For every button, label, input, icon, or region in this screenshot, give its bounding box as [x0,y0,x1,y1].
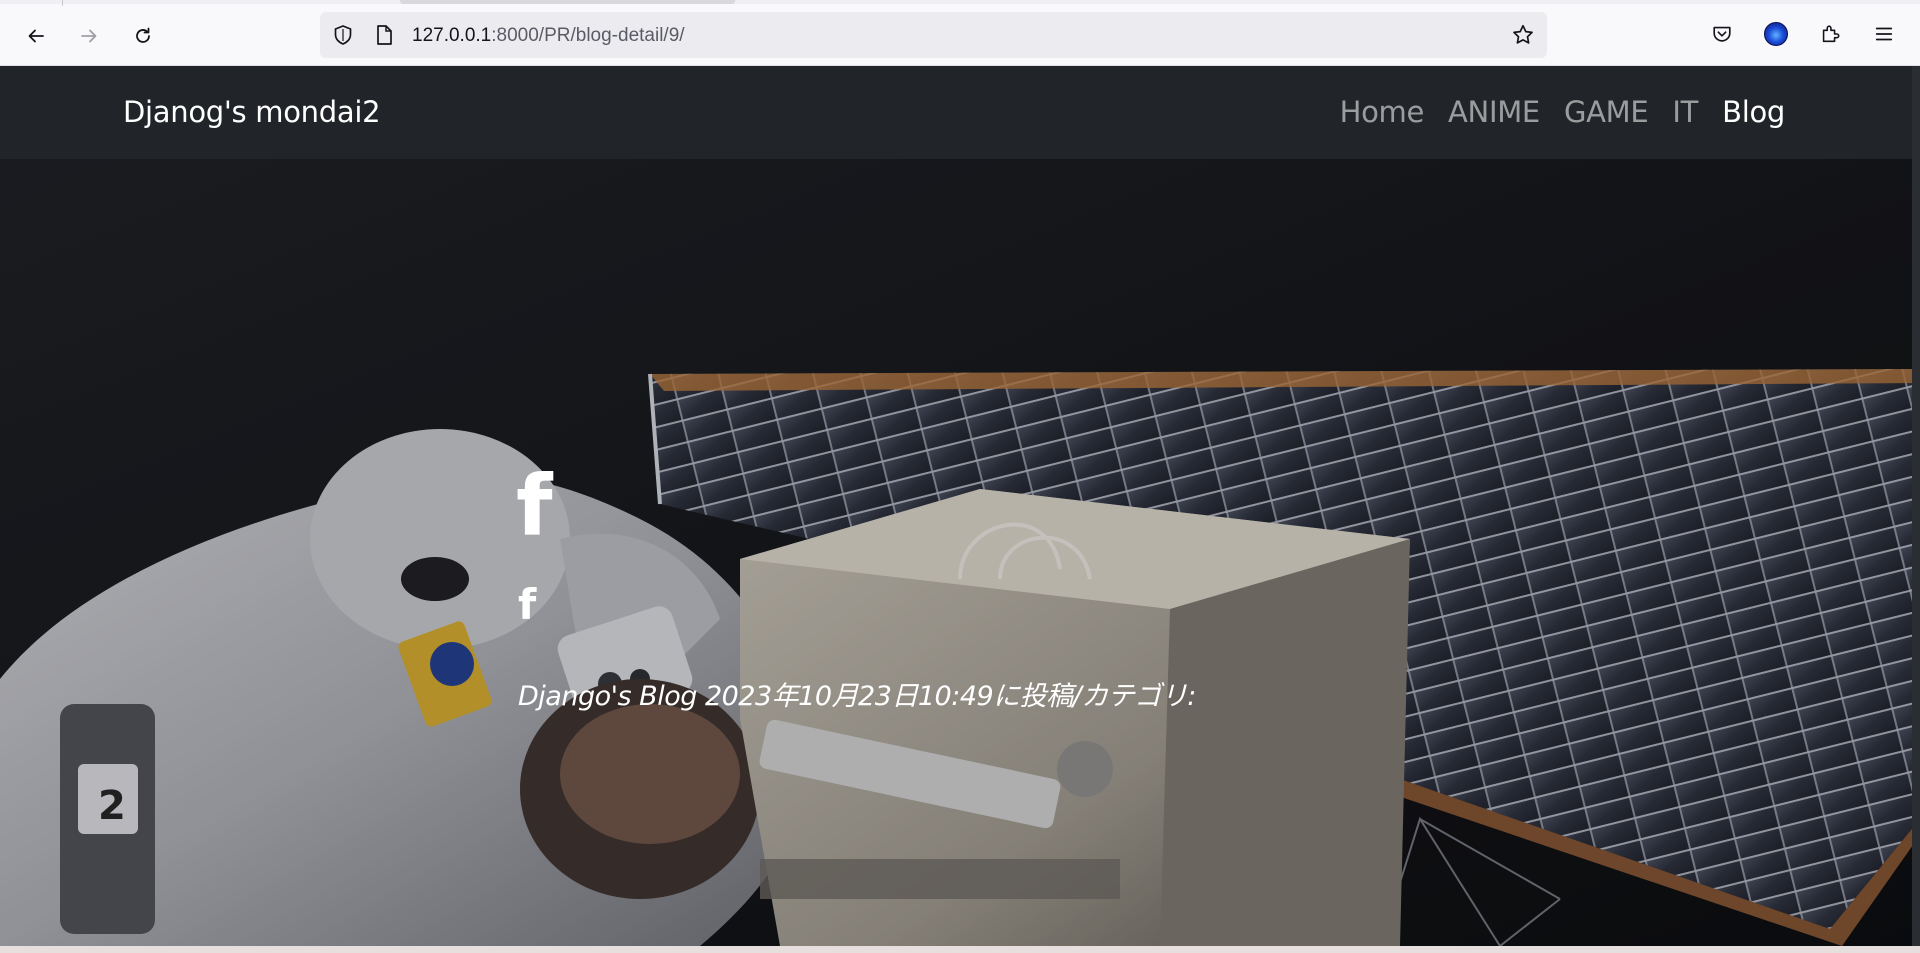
back-button[interactable] [20,20,52,52]
nav-link-blog[interactable]: Blog [1722,95,1785,129]
facebook-large-icon[interactable]: f [516,464,553,548]
pocket-button[interactable] [1708,20,1736,48]
page-icon[interactable] [374,24,394,46]
nav-link-anime[interactable]: ANIME [1448,95,1540,129]
profile-avatar-icon [1764,22,1788,46]
app-menu-button[interactable] [1870,20,1898,48]
menu-icon [1875,27,1893,41]
page-scrollbar[interactable] [1912,66,1920,946]
tab-separator [62,0,63,6]
url-bar[interactable]: 127.0.0.1:8000/PR/blog-detail/9/ [320,12,1547,58]
pocket-icon [1713,26,1731,42]
forward-arrow-icon [81,29,97,43]
url-path: :8000/PR/blog-detail/9/ [491,25,685,46]
browser-toolbar: 127.0.0.1:8000/PR/blog-detail/9/ [0,0,1920,66]
url-text[interactable]: 127.0.0.1:8000/PR/blog-detail/9/ [412,25,685,47]
site-navbar: Djanog's mondai2 Home ANIME GAME IT Blog [0,66,1920,159]
bookmark-star-icon[interactable] [1511,23,1535,47]
active-tab[interactable] [400,0,735,4]
nav-link-game[interactable]: GAME [1564,95,1649,129]
profile-button[interactable] [1762,20,1790,48]
facebook-small-icon[interactable]: f [518,584,536,626]
nav-link-home[interactable]: Home [1340,95,1425,129]
back-arrow-icon [28,29,44,43]
hero-section: 2 f f Django's Blog 2023年10月23日10:49に投稿/… [0,159,1920,946]
hero-overlay [0,159,1920,946]
shield-icon[interactable] [332,24,354,46]
extensions-icon [1822,25,1840,43]
post-meta-text: Django's Blog 2023年10月23日10:49に投稿/カテゴリ: [518,681,1196,712]
extensions-button[interactable] [1816,20,1844,48]
navbar-links: Home ANIME GAME IT Blog [1316,95,1786,129]
nav-link-it[interactable]: IT [1672,95,1698,129]
reload-button[interactable] [127,20,159,52]
reload-icon [136,27,150,43]
tab-strip [0,0,1920,6]
navbar-brand[interactable]: Djanog's mondai2 [123,95,381,129]
forward-button[interactable] [73,20,105,52]
page-bottom-edge [0,946,1920,953]
url-host: 127.0.0.1 [412,25,492,46]
